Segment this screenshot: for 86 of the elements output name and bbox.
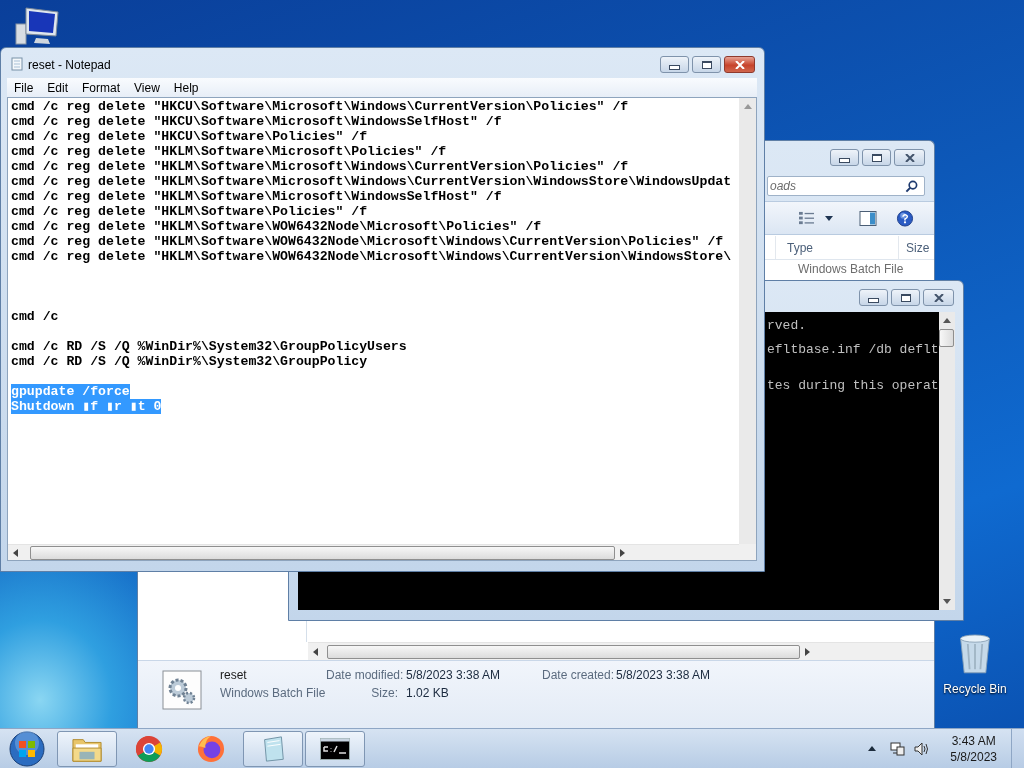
scroll-left-icon[interactable] xyxy=(13,548,18,557)
field-label: Date modified: xyxy=(326,668,402,684)
code-line: cmd /c reg delete "HKLM\Software\WOW6432Node\Microsoft\Windows\CurrentVersion\Policies" /f xyxy=(11,234,724,249)
menu-item[interactable]: Format xyxy=(75,80,128,95)
caret-up-icon[interactable] xyxy=(868,746,877,751)
clock-time: 3:43 AM xyxy=(951,732,996,749)
menu-item[interactable]: Edit xyxy=(40,80,76,95)
code-line: cmd /c RD /S /Q %WinDir%\System32\GroupPolicyUsers xyxy=(11,339,407,354)
close-button[interactable] xyxy=(894,149,925,166)
close-icon xyxy=(734,60,745,69)
network-icon[interactable] xyxy=(890,740,907,757)
minimize-icon xyxy=(669,64,680,70)
scroll-down-icon[interactable] xyxy=(942,599,951,604)
help-icon[interactable] xyxy=(896,209,914,227)
view-options-icon[interactable] xyxy=(798,210,815,226)
clock[interactable]: 3:43 AM 5/8/2023 xyxy=(950,732,997,765)
scrollbar[interactable] xyxy=(308,642,934,660)
field-value: 5/8/2023 3:38 AM xyxy=(615,668,712,684)
code-line: cmd /c reg delete "HKLM\Software\Policies" /f xyxy=(11,204,368,219)
maximize-icon xyxy=(900,293,911,302)
close-button[interactable] xyxy=(923,289,954,306)
field-value: 5/8/2023 3:38 AM xyxy=(405,668,502,684)
code-line: cmd /c reg delete "HKLM\Software\WOW6432Node\Microsoft\Windows\CurrentVersion\WindowsStore\ xyxy=(11,249,732,264)
gear-file-icon xyxy=(162,670,202,710)
menu-item[interactable]: View xyxy=(127,80,167,95)
code-line: cmd /c reg delete "HKLM\Software\Microsoft\Windows\CurrentVersion\Policies" /f xyxy=(11,159,629,174)
table-cell-text: Windows Batch File xyxy=(797,262,905,276)
minimize-icon xyxy=(839,157,850,163)
scrollbar[interactable] xyxy=(739,98,756,544)
clock-date: 5/8/2023 xyxy=(950,748,997,765)
search-icon[interactable] xyxy=(905,179,918,193)
maximize-button[interactable] xyxy=(692,56,721,73)
field-value: 1.02 KB xyxy=(405,686,450,702)
close-icon xyxy=(904,153,915,162)
code-line: cmd /c reg delete "HKCU\Software\Microsoft\WindowsSelfHost" /f xyxy=(11,114,502,129)
minimize-button[interactable] xyxy=(859,289,888,306)
code-line: cmd /c reg delete "HKLM\Software\Microsoft\WindowsSelfHost" /f xyxy=(11,189,502,204)
column-header[interactable]: Type xyxy=(775,236,898,259)
volume-icon[interactable] xyxy=(914,740,931,757)
scroll-left-icon[interactable] xyxy=(313,647,318,656)
minimize-button[interactable] xyxy=(660,56,689,73)
window-title: reset - Notepad xyxy=(28,58,111,72)
maximize-icon xyxy=(701,60,712,69)
code-line: cmd /c reg delete "HKLM\Software\WOW6432Node\Microsoft\Policies" /f xyxy=(11,219,542,234)
code-line: cmd /c xyxy=(11,309,59,324)
file-name: reset xyxy=(220,668,248,684)
minimize-icon xyxy=(868,297,879,303)
start-button[interactable] xyxy=(7,729,47,768)
code-line: cmd /c reg delete "HKLM\Software\Microsoft\Policies" /f xyxy=(11,144,447,159)
scroll-up-icon[interactable] xyxy=(942,318,951,323)
close-button[interactable] xyxy=(724,56,755,73)
ring-icon xyxy=(134,734,164,763)
scroll-right-icon[interactable] xyxy=(620,548,625,557)
search-field[interactable]: oads xyxy=(767,176,925,196)
field-label: Date created: xyxy=(542,668,612,684)
scroll-right-icon[interactable] xyxy=(805,647,810,656)
code-line: cmd /c reg delete "HKCU\Software\Policies" /f xyxy=(11,129,368,144)
close-icon xyxy=(933,293,944,302)
console-text: tes during this operat xyxy=(767,380,939,392)
scroll-thumb[interactable] xyxy=(30,545,615,560)
globe-icon xyxy=(196,734,226,763)
caret-icon[interactable] xyxy=(825,215,833,221)
scroll-thumb[interactable] xyxy=(939,329,955,347)
scrollbar[interactable] xyxy=(938,312,955,610)
field-label: Size: xyxy=(370,686,399,702)
code-line: cmd /c reg delete "HKLM\Software\Microsoft\Windows\CurrentVersion\WindowsStore\WindowsUpdat xyxy=(11,174,732,189)
scrollbar[interactable] xyxy=(8,544,739,560)
console-text: efltbase.inf /db deflt xyxy=(767,344,939,356)
scrollbar-corner xyxy=(739,544,756,560)
code-line: cmd /c reg delete "HKCU\Software\Microsoft\Windows\CurrentVersion\Policies" /f xyxy=(11,99,629,114)
recycle-bin-label[interactable]: Recycle Bin xyxy=(943,682,1007,696)
code-line: cmd /c RD /S /Q %WinDir%\System32\GroupPolicy xyxy=(11,354,368,369)
computer-icon[interactable] xyxy=(14,6,60,46)
preview-pane-icon[interactable] xyxy=(859,209,877,227)
maximize-button[interactable] xyxy=(862,149,891,166)
maximize-icon xyxy=(871,153,882,162)
taskbar-button[interactable] xyxy=(305,730,365,767)
minimize-button[interactable] xyxy=(830,149,859,166)
column-header[interactable]: Size xyxy=(898,236,934,259)
maximize-button[interactable] xyxy=(891,289,920,306)
menu-item[interactable]: File xyxy=(7,80,41,95)
notepad-icon xyxy=(11,57,23,71)
menu-item[interactable]: Help xyxy=(166,80,206,95)
scroll-thumb[interactable] xyxy=(327,644,800,659)
file-type: Windows Batch File xyxy=(220,686,326,702)
console-text: rved. xyxy=(767,320,807,332)
